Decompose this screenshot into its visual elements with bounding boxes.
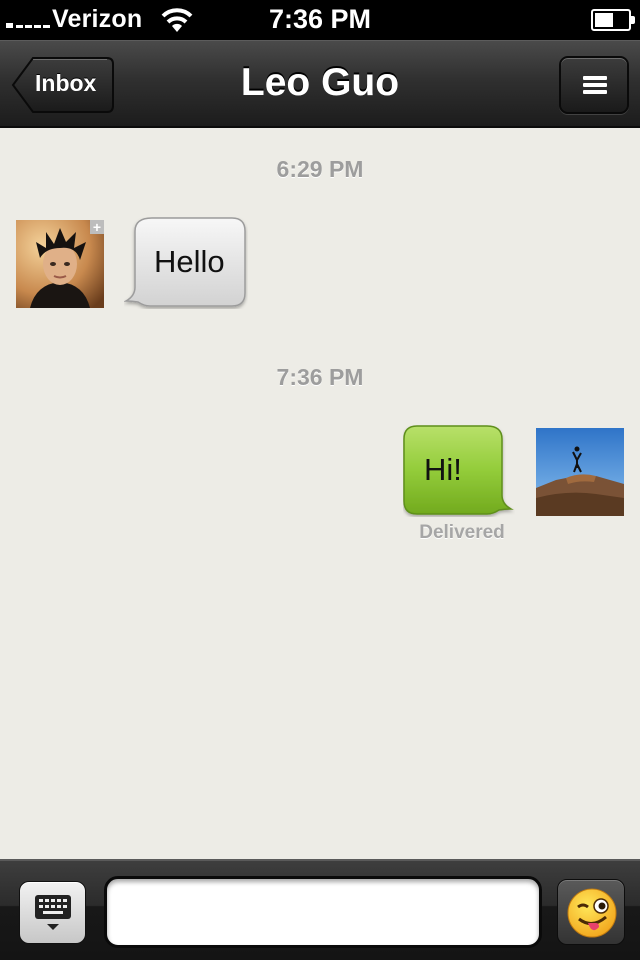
menu-icon — [583, 76, 607, 94]
message-text: Hello — [154, 244, 225, 279]
message-timestamp: 7:36 PM — [276, 364, 364, 390]
status-time: 7:36 PM — [268, 4, 372, 34]
battery-icon — [591, 9, 635, 31]
keyboard-icon — [35, 895, 71, 930]
navigation-bar: Inbox Leo Guo — [0, 40, 640, 128]
status-bar: Verizon 7:36 PM — [0, 0, 640, 40]
delivery-status: Delivered — [419, 522, 505, 543]
emoji-button[interactable] — [557, 879, 625, 945]
user-avatar[interactable] — [536, 428, 624, 516]
incoming-message-bubble[interactable]: Hello — [124, 217, 248, 309]
message-input-bar — [0, 859, 640, 960]
message-text: Hi! — [424, 452, 462, 487]
menu-button[interactable] — [559, 56, 629, 114]
keyboard-toggle-button[interactable] — [19, 881, 86, 944]
message-input[interactable] — [104, 876, 542, 948]
outgoing-message-bubble[interactable]: Hi! — [403, 425, 515, 517]
message-timestamp: 6:29 PM — [276, 156, 364, 182]
conversation-title: Leo Guo — [240, 61, 400, 104]
emoji-wink-icon — [567, 888, 617, 938]
add-contact-icon[interactable]: + — [90, 220, 104, 234]
